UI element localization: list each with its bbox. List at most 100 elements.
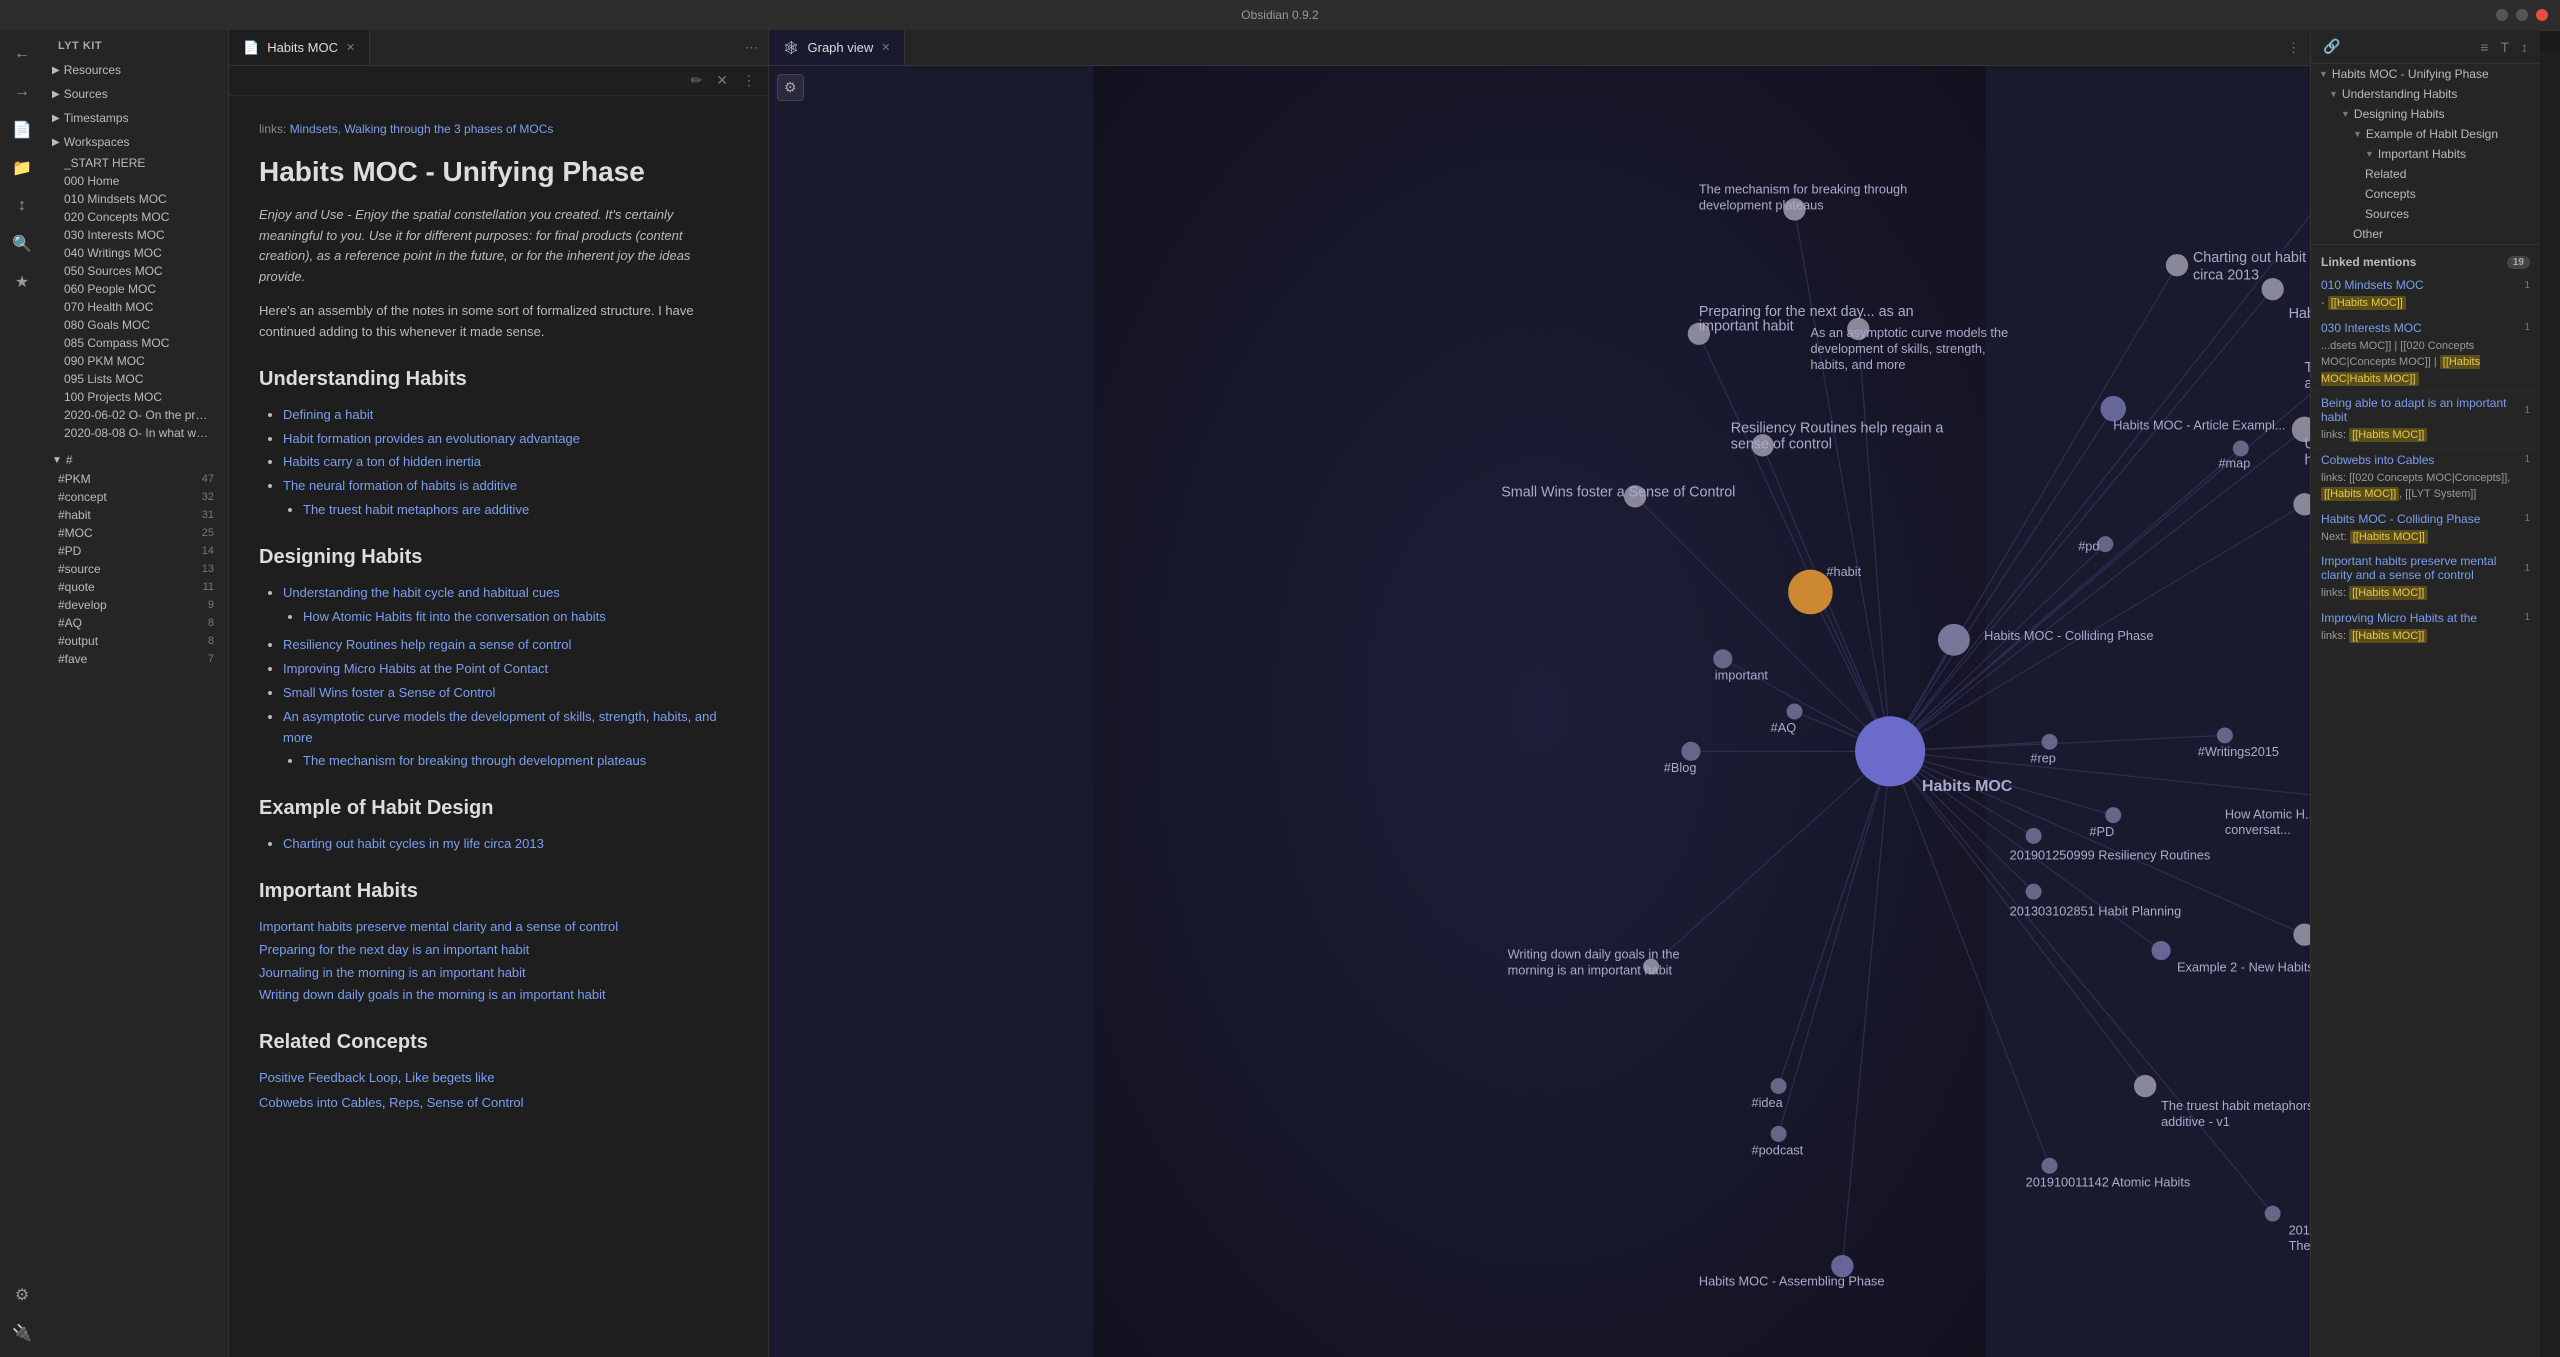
tree-item-sources[interactable]: Sources: [2311, 204, 2540, 224]
panel-text-icon[interactable]: T: [2498, 37, 2511, 57]
link-habit-cycle[interactable]: Understanding the habit cycle and habitu…: [283, 585, 560, 600]
node-colliding[interactable]: [1938, 624, 1970, 656]
sidebar-item-070[interactable]: 070 Health MOC: [44, 298, 228, 316]
node-example2[interactable]: [2152, 941, 2171, 960]
minimize-button[interactable]: [2496, 9, 2508, 21]
node-habits-moc[interactable]: [1855, 716, 1925, 786]
tree-item-example[interactable]: ▼ Example of Habit Design: [2311, 124, 2540, 144]
plugin-icon[interactable]: 🔌: [6, 1317, 38, 1349]
sidebar-item-060[interactable]: 060 People MOC: [44, 280, 228, 298]
maximize-button[interactable]: [2516, 9, 2528, 21]
sidebar-item-010[interactable]: 010 Mindsets MOC: [44, 190, 228, 208]
backlink-mindsets[interactable]: Mindsets: [290, 122, 338, 136]
link-positive-feedback[interactable]: Positive Feedback Loop: [259, 1070, 398, 1085]
mention-file-name-2[interactable]: 030 Interests MOC: [2321, 321, 2422, 335]
plain-link-mental-clarity[interactable]: Important habits preserve mental clarity…: [259, 917, 738, 938]
tree-item-designing[interactable]: ▼ Designing Habits: [2311, 104, 2540, 124]
nav-back-icon[interactable]: ←: [6, 38, 38, 70]
link-neural-formation[interactable]: The neural formation of habits is additi…: [283, 478, 517, 493]
link-like-begets[interactable]: Like begets like: [405, 1070, 495, 1085]
link-habit-formation[interactable]: Habit formation provides an evolutionary…: [283, 431, 580, 446]
tab-more-button[interactable]: ⋯: [735, 40, 768, 56]
sort-icon[interactable]: ↕: [6, 190, 38, 222]
sidebar-item-040[interactable]: 040 Writings MOC: [44, 244, 228, 262]
node-improving[interactable]: [2293, 493, 2310, 515]
sidebar-item-085[interactable]: 085 Compass MOC: [44, 334, 228, 352]
search-icon[interactable]: 🔍: [6, 228, 38, 260]
link-charting[interactable]: Charting out habit cycles in my life cir…: [283, 836, 544, 851]
node-pd-tag[interactable]: [2097, 536, 2113, 552]
tree-item-related[interactable]: Related: [2311, 164, 2540, 184]
tag-develop[interactable]: #develop 9: [44, 596, 228, 614]
tag-aq[interactable]: #AQ 8: [44, 614, 228, 632]
node-writings[interactable]: [2217, 727, 2233, 743]
tag-pd[interactable]: #PD 14: [44, 542, 228, 560]
sidebar-item-2020-08[interactable]: 2020-08-08 O- In what way...: [44, 424, 228, 442]
node-rep-tag[interactable]: [2042, 734, 2058, 750]
tag-habit[interactable]: #habit 31: [44, 506, 228, 524]
sidebar-item-000[interactable]: 000 Home: [44, 172, 228, 190]
node-map[interactable]: [2233, 441, 2249, 457]
editor-tab-habits-moc[interactable]: 📄 Habits MOC ✕: [229, 30, 370, 65]
linked-mentions-header[interactable]: Linked mentions 19: [2311, 251, 2540, 273]
toolbar-close-icon[interactable]: ✕: [712, 70, 732, 91]
tree-item-important[interactable]: ▼ Important Habits: [2311, 144, 2540, 164]
sidebar-tags-header[interactable]: ▼ #: [44, 450, 228, 470]
node-idea-tag[interactable]: [1771, 1078, 1787, 1094]
graph-tab-more-button[interactable]: ⋮: [2277, 40, 2310, 56]
plain-link-preparing[interactable]: Preparing for the next day is an importa…: [259, 940, 738, 961]
link-truest-habit[interactable]: The truest habit metaphors are additive: [303, 502, 529, 517]
link-mechanism[interactable]: The mechanism for breaking through devel…: [303, 753, 646, 768]
link-icon[interactable]: 🔗: [2321, 36, 2342, 57]
link-sense-control[interactable]: Sense of Control: [427, 1095, 524, 1110]
sidebar-section-workspaces-header[interactable]: ▶ Workspaces: [44, 132, 228, 152]
node-podcast-tag[interactable]: [1771, 1126, 1787, 1142]
node-charting[interactable]: [2166, 254, 2188, 276]
panel-sort2-icon[interactable]: ↕: [2519, 37, 2530, 57]
mention-file-name-3[interactable]: Being able to adapt is an important habi…: [2321, 396, 2524, 424]
link-atomic-habits[interactable]: How Atomic Habits fit into the conversat…: [303, 609, 606, 624]
graph-settings-button[interactable]: ⚙: [777, 74, 804, 101]
link-reps[interactable]: Reps: [389, 1095, 419, 1110]
nav-forward-icon[interactable]: →: [6, 76, 38, 108]
close-button[interactable]: [2536, 9, 2548, 21]
sidebar-item-080[interactable]: 080 Goals MOC: [44, 316, 228, 334]
link-cobwebs[interactable]: Cobwebs into Cables: [259, 1095, 382, 1110]
mention-file-name-7[interactable]: Improving Micro Habits at the: [2321, 611, 2477, 625]
edit-icon[interactable]: ✏: [687, 70, 707, 91]
tree-item-understanding[interactable]: ▼ Understanding Habits: [2311, 84, 2540, 104]
tag-source[interactable]: #source 13: [44, 560, 228, 578]
sidebar-item-095[interactable]: 095 Lists MOC: [44, 370, 228, 388]
mention-file-name[interactable]: 010 Mindsets MOC: [2321, 278, 2424, 292]
node-important-tag[interactable]: [1713, 649, 1732, 668]
tree-item-other[interactable]: Other: [2311, 224, 2540, 244]
mention-file-name-4[interactable]: Cobwebs into Cables: [2321, 453, 2434, 467]
tree-item-unifying[interactable]: ▼ Habits MOC - Unifying Phase: [2311, 64, 2540, 84]
tag-concept[interactable]: #concept 32: [44, 488, 228, 506]
plain-link-journaling[interactable]: Journaling in the morning is an importan…: [259, 963, 738, 984]
plain-link-writing-down[interactable]: Writing down daily goals in the morning …: [259, 985, 738, 1006]
link-asymptotic[interactable]: An asymptotic curve models the developme…: [283, 709, 717, 745]
node-cobwebs[interactable]: [2293, 923, 2310, 945]
sidebar-item-020[interactable]: 020 Concepts MOC: [44, 208, 228, 226]
node-resiliency2[interactable]: [2026, 828, 2042, 844]
tag-fave[interactable]: #fave 7: [44, 650, 228, 668]
window-controls[interactable]: [2496, 9, 2548, 21]
sidebar-item-start[interactable]: _START HERE: [44, 154, 228, 172]
node-aq-tag[interactable]: [1787, 704, 1803, 720]
node-habit-formation[interactable]: [2262, 278, 2284, 300]
tag-pkm[interactable]: #PKM 47: [44, 470, 228, 488]
tree-item-concepts[interactable]: Concepts: [2311, 184, 2540, 204]
sidebar-item-050[interactable]: 050 Sources MOC: [44, 262, 228, 280]
panel-sort-icon[interactable]: ≡: [2478, 37, 2490, 57]
node-truest-habit[interactable]: [2134, 1075, 2156, 1097]
sidebar-item-2020-06[interactable]: 2020-06-02 O- On the proc...: [44, 406, 228, 424]
tag-moc[interactable]: #MOC 25: [44, 524, 228, 542]
star-icon[interactable]: ★: [6, 266, 38, 298]
backlink-walking[interactable]: Walking through the 3 phases of MOCs: [344, 122, 553, 136]
tab-close-button[interactable]: ✕: [346, 41, 355, 54]
sidebar-item-090[interactable]: 090 PKM MOC: [44, 352, 228, 370]
toolbar-more-icon[interactable]: ⋮: [738, 70, 760, 91]
mention-file-name-6[interactable]: Important habits preserve mental clarity…: [2321, 554, 2524, 582]
link-habits-inertia[interactable]: Habits carry a ton of hidden inertia: [283, 454, 481, 469]
